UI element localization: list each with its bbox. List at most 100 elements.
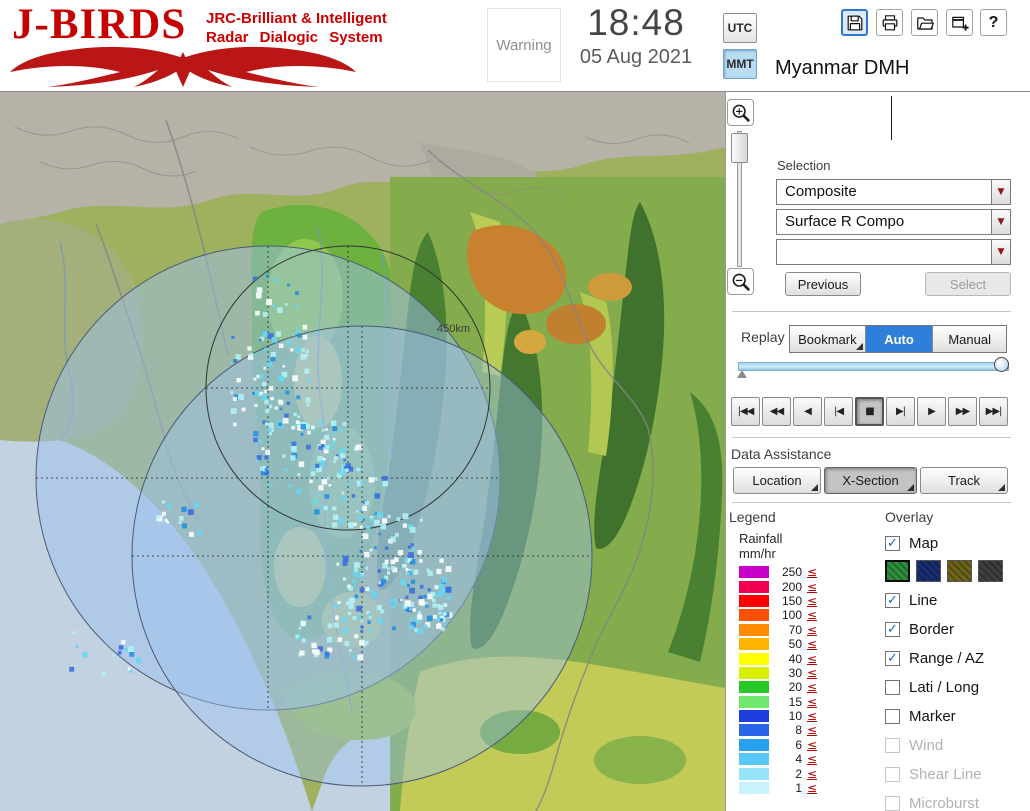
station-title: Myanmar DMH	[775, 57, 910, 79]
legend-value: 30	[788, 665, 802, 680]
overlay-label-microburst: Microburst	[909, 795, 980, 811]
section-divider	[732, 502, 1011, 503]
legend-le-link[interactable]: ≤	[807, 680, 817, 694]
save-button[interactable]	[841, 9, 868, 36]
select-button[interactable]: Select	[925, 272, 1011, 296]
overlay-label-wind: Wind	[909, 737, 944, 754]
legend-le-link[interactable]: ≤	[807, 608, 817, 622]
dropdown-value: Surface R Compo	[785, 213, 905, 230]
previous-button[interactable]: Previous	[785, 272, 861, 296]
skip-to-end-button[interactable]: ▶▶|	[979, 397, 1008, 426]
control-panel: Selection Composite ▼ Surface R Compo ▼ …	[725, 92, 1030, 811]
legend-le-link[interactable]: ≤	[807, 709, 817, 723]
overlay-item-marker[interactable]: Marker	[885, 702, 1030, 731]
checkbox-marker[interactable]	[885, 709, 900, 724]
legend-row: 30 ≤	[739, 666, 817, 680]
x-section-button[interactable]: X-Section	[824, 467, 917, 494]
timeline-handle[interactable]	[994, 357, 1009, 372]
overlay-item-wind: Wind	[885, 731, 1030, 760]
map-swatch-gray[interactable]	[978, 560, 1003, 582]
map-swatch-olive[interactable]	[947, 560, 972, 582]
checkbox-border[interactable]: ✓	[885, 622, 900, 637]
legend-value: 100	[781, 608, 802, 623]
help-button[interactable]: ?	[980, 9, 1007, 36]
play-button[interactable]: ▶	[917, 397, 946, 426]
checkbox-line[interactable]: ✓	[885, 593, 900, 608]
legend-value: 1	[795, 781, 802, 796]
legend-swatch	[739, 666, 769, 679]
chevron-down-icon[interactable]: ▼	[991, 240, 1010, 264]
location-button[interactable]: Location	[733, 467, 821, 494]
step-forward-button[interactable]: ▶|	[886, 397, 915, 426]
replay-timeline[interactable]	[737, 357, 1009, 378]
extra-dropdown[interactable]: ▼	[776, 239, 1011, 265]
checkbox-lati-long[interactable]	[885, 680, 900, 695]
legend-le-link[interactable]: ≤	[807, 738, 817, 752]
legend-le-link[interactable]: ≤	[807, 752, 817, 766]
stop-button[interactable]: ■	[855, 397, 884, 426]
fast-rewind-button[interactable]: ◀◀	[762, 397, 791, 426]
product-dropdown[interactable]: Surface R Compo ▼	[776, 209, 1011, 235]
print-button[interactable]	[876, 9, 903, 36]
manual-mode-button[interactable]: Manual	[933, 326, 1006, 352]
auto-mode-button[interactable]: Auto	[865, 326, 934, 352]
data-assistance-label: Data Assistance	[731, 446, 832, 462]
open-button[interactable]	[911, 9, 938, 36]
warning-indicator[interactable]: Warning	[487, 8, 561, 82]
timeline-track[interactable]	[738, 362, 1009, 371]
play-reverse-button[interactable]: ◀	[793, 397, 822, 426]
map-swatch-green[interactable]	[885, 560, 910, 582]
legend-swatch	[739, 681, 769, 694]
fast-forward-button[interactable]: ▶▶	[948, 397, 977, 426]
overlay-item-lati-long[interactable]: Lati / Long	[885, 673, 1030, 702]
zoom-out-button[interactable]: −	[727, 268, 754, 295]
clock: 18:48 05 Aug 2021	[556, 2, 716, 69]
chevron-down-icon[interactable]: ▼	[991, 210, 1010, 234]
overlay-item-range-az[interactable]: ✓ Range / AZ	[885, 644, 1030, 673]
utc-button[interactable]: UTC	[723, 13, 757, 43]
legend-row: 20 ≤	[739, 680, 817, 694]
timeline-start-marker-icon	[737, 370, 747, 378]
radar-map[interactable]: 450km	[0, 92, 725, 811]
overlay-label-line: Line	[909, 592, 938, 609]
overlay-item-line[interactable]: ✓ Line	[885, 586, 1030, 615]
legend-swatch	[739, 767, 769, 780]
new-window-button[interactable]	[946, 9, 973, 36]
legend-le-link[interactable]: ≤	[807, 666, 817, 680]
legend-le-link[interactable]: ≤	[807, 623, 817, 637]
legend-value: 10	[788, 709, 802, 724]
chevron-down-icon[interactable]: ▼	[991, 180, 1010, 204]
map-swatch-navy[interactable]	[916, 560, 941, 582]
legend-row: 2 ≤	[739, 766, 817, 781]
track-button[interactable]: Track	[920, 467, 1008, 494]
legend-row: 70 ≤	[739, 623, 817, 637]
legend-row: 10 ≤	[739, 709, 817, 723]
legend-le-link[interactable]: ≤	[807, 594, 817, 608]
legend-le-link[interactable]: ≤	[807, 695, 817, 709]
mmt-button[interactable]: MMT	[723, 49, 757, 79]
skip-to-start-button[interactable]: |◀◀	[731, 397, 760, 426]
legend-le-link[interactable]: ≤	[807, 565, 817, 579]
legend-le-link[interactable]: ≤	[807, 781, 817, 795]
legend-row: 40 ≤	[739, 651, 817, 666]
map-area[interactable]: 450km	[0, 92, 725, 811]
legend-le-link[interactable]: ≤	[807, 637, 817, 651]
legend-le-link[interactable]: ≤	[807, 652, 817, 666]
zoom-slider[interactable]	[731, 131, 749, 267]
legend-le-link[interactable]: ≤	[807, 723, 817, 737]
checkbox-map[interactable]: ✓	[885, 535, 900, 551]
zoom-slider-thumb[interactable]	[731, 133, 748, 163]
zoom-in-button[interactable]: +	[727, 99, 754, 126]
legend-le-link[interactable]: ≤	[807, 767, 817, 781]
legend-row: 1 ≤	[739, 781, 817, 795]
checkbox-range-az[interactable]: ✓	[885, 651, 900, 666]
bookmark-button[interactable]: Bookmark	[790, 326, 866, 352]
legend-le-link[interactable]: ≤	[807, 580, 817, 594]
magnifier-minus-icon: −	[732, 273, 750, 291]
overlay-item-microburst: Microburst	[885, 789, 1030, 811]
composite-dropdown[interactable]: Composite ▼	[776, 179, 1011, 205]
overlay-item-map[interactable]: ✓ Map	[885, 530, 1030, 556]
jbirds-app: { "header": { "logo_title": "J-BIRDS", "…	[0, 0, 1030, 811]
step-back-button[interactable]: |◀	[824, 397, 853, 426]
overlay-item-border[interactable]: ✓ Border	[885, 615, 1030, 644]
